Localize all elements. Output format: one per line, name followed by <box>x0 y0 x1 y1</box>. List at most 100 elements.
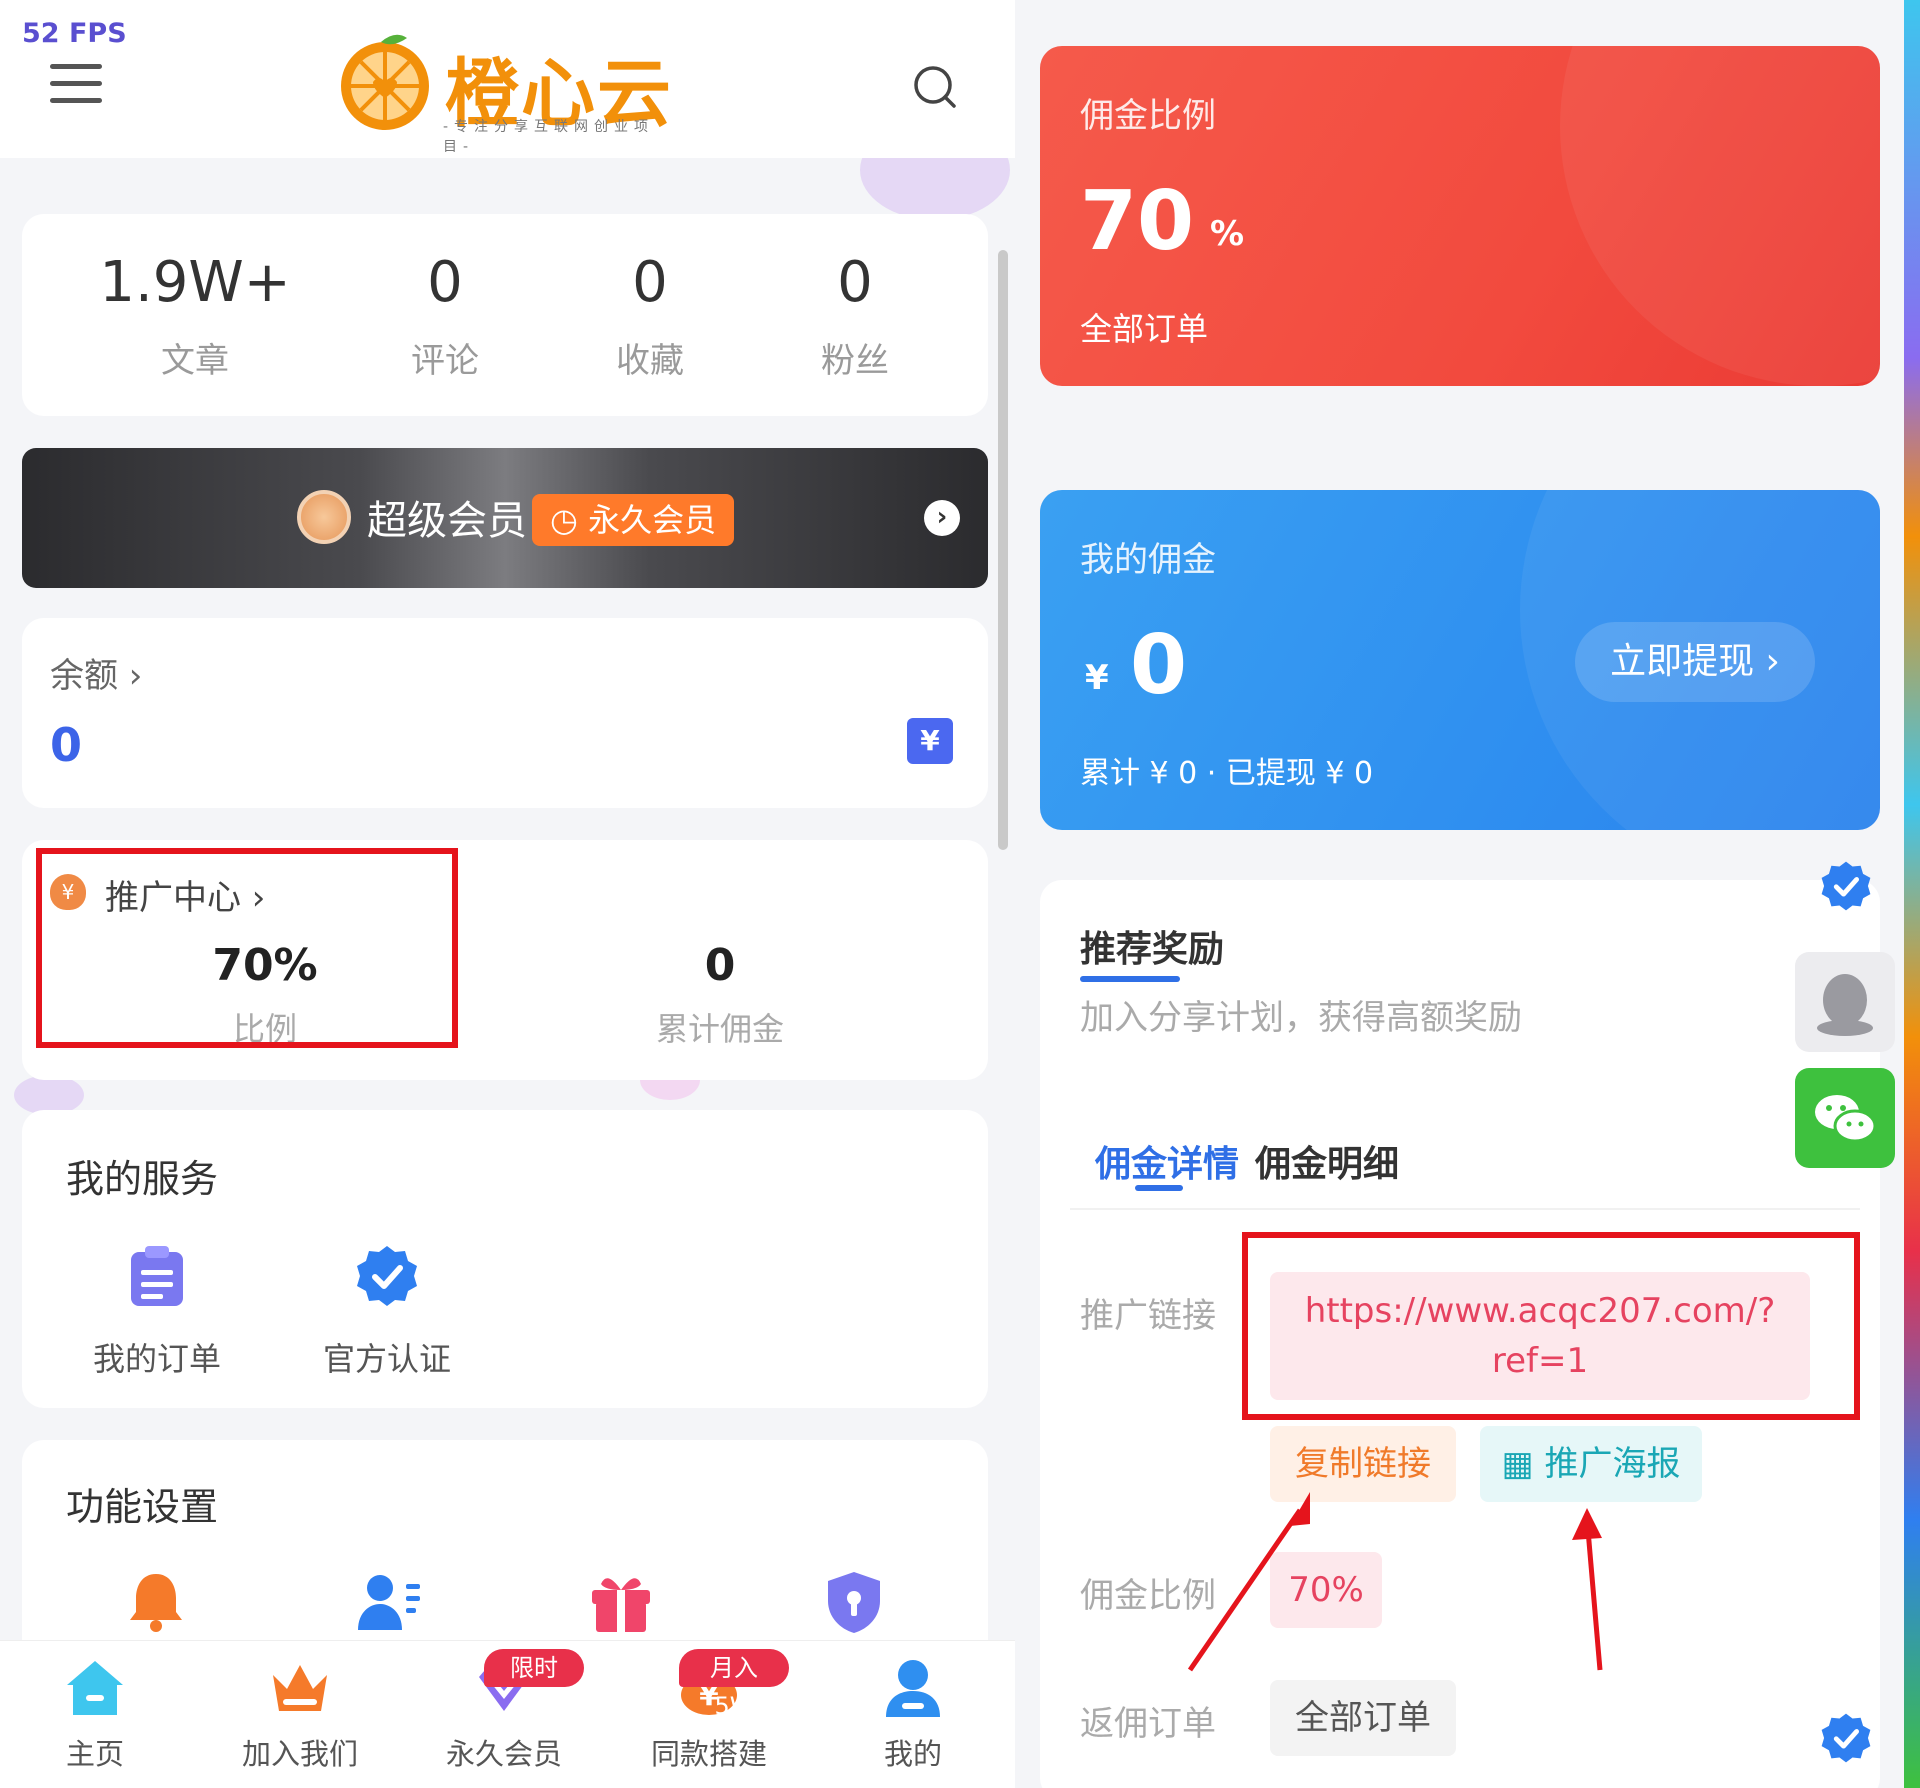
tab-home[interactable]: 主页 <box>15 1655 175 1773</box>
services-title: 我的服务 <box>66 1157 219 1201</box>
brand-logo[interactable]: 橙心云 -专注分享互联网创业项目- <box>335 28 680 155</box>
my-commission-value: 0 <box>1130 618 1188 713</box>
highlight-box <box>36 848 458 1048</box>
commission-rate-scope: 全部订单 <box>1080 310 1209 348</box>
promo-poster-button[interactable]: ▦ 推广海报 <box>1480 1426 1702 1502</box>
copy-link-button[interactable]: 复制链接 <box>1270 1426 1456 1502</box>
promo-badge: 限时99 <box>484 1649 584 1720</box>
settings-title: 功能设置 <box>66 1485 219 1529</box>
vip-status-badge: ◷ 永久会员 <box>532 494 735 546</box>
commission-screen: 佣金比例 70 % 全部订单 我的佣金 ¥ 0 立即提现 › 累计 ¥ 0 · … <box>1015 0 1920 1788</box>
verified-badge-icon[interactable] <box>1820 860 1872 912</box>
home-icon <box>67 1661 123 1715</box>
tab-commission-details[interactable]: 佣金详情 <box>1095 1135 1239 1187</box>
tab-same-build[interactable]: ¥ 同款搭建 月入5W <box>629 1649 789 1773</box>
commission-rate-card: 佣金比例 70 % 全部订单 <box>1040 46 1880 386</box>
tab-commission-records[interactable]: 佣金明细 <box>1255 1135 1399 1187</box>
promo-commission-label: 累计佣金 <box>655 1010 784 1048</box>
tab-label: 永久会员 <box>445 1737 562 1771</box>
withdraw-button[interactable]: 立即提现 › <box>1575 622 1815 702</box>
crown-medal-icon <box>297 490 351 544</box>
divider <box>1070 1208 1860 1210</box>
profile-screen: 52 FPS 橙心云 -专注分享互联网创业项目- 1.9W+ 文章 0 评论 0… <box>0 0 1015 1788</box>
decor-bubble <box>14 1075 84 1115</box>
currency-symbol: ¥ <box>1085 658 1109 698</box>
wallet-yen-icon[interactable]: ¥ <box>907 718 953 764</box>
qq-penguin-icon <box>1817 974 1873 1036</box>
commission-rate-label: 佣金比例 <box>1080 96 1216 136</box>
tab-label: 我的 <box>883 1737 942 1771</box>
menu-icon[interactable] <box>50 64 102 108</box>
stat-value: 1.9W+ <box>99 250 291 315</box>
top-header: 52 FPS 橙心云 -专注分享互联网创业项目- <box>0 0 1015 158</box>
tab-lifetime-vip[interactable]: 永久会员 限时99 <box>424 1649 584 1773</box>
stat-articles[interactable]: 1.9W+ 文章 <box>95 250 295 382</box>
tab-label: 同款搭建 <box>650 1737 767 1771</box>
referral-card: 推荐奖励 加入分享计划，获得高额奖励 佣金详情 佣金明细 推广链接 https:… <box>1040 880 1880 1788</box>
rate-label: 佣金比例 <box>1080 1576 1216 1616</box>
referral-desc: 加入分享计划，获得高额奖励 <box>1080 998 1522 1038</box>
vip-banner[interactable]: 超级会员 ◷ 永久会员 › <box>22 448 988 588</box>
commission-summary: 累计 ¥ 0 · 已提现 ¥ 0 <box>1080 756 1374 791</box>
qr-code-icon: ▦ <box>1501 1444 1545 1484</box>
balance-label[interactable]: 余额 › <box>50 648 142 697</box>
official-verify-label[interactable]: 官方认证 <box>287 1334 487 1380</box>
stat-label: 收藏 <box>616 341 684 381</box>
orange-logo-icon <box>341 34 429 130</box>
my-commission-card: 我的佣金 ¥ 0 立即提现 › 累计 ¥ 0 · 已提现 ¥ 0 <box>1040 490 1880 830</box>
fps-counter: 52 FPS <box>22 18 127 49</box>
orders-label: 返佣订单 <box>1080 1704 1216 1744</box>
tab-label: 加入我们 <box>241 1737 358 1771</box>
brand-tagline: -专注分享互联网创业项目- <box>443 119 655 155</box>
tab-label: 主页 <box>65 1737 124 1771</box>
shield-icon[interactable] <box>824 1570 884 1634</box>
chevron-right-icon[interactable]: › <box>924 500 960 536</box>
promo-poster-label: 推广海报 <box>1544 1444 1681 1484</box>
bell-icon[interactable] <box>124 1570 188 1634</box>
stat-value: 0 <box>632 250 668 315</box>
wechat-button[interactable] <box>1795 1068 1895 1168</box>
my-commission-label: 我的佣金 <box>1080 540 1216 580</box>
highlight-box <box>1242 1232 1860 1420</box>
stat-label: 文章 <box>161 341 229 381</box>
active-tab-indicator <box>1135 1185 1183 1191</box>
search-icon[interactable] <box>912 64 958 110</box>
vip-badge-label: 永久会员 <box>588 501 717 539</box>
promo-link-label: 推广链接 <box>1080 1296 1216 1336</box>
verified-badge-icon[interactable] <box>1820 1712 1872 1764</box>
stat-value: 0 <box>837 250 873 315</box>
promo-badge: 月入5W <box>679 1649 789 1720</box>
card-decor <box>1560 46 1880 386</box>
balance-value: 0 <box>50 718 83 772</box>
my-orders-label[interactable]: 我的订单 <box>57 1334 257 1380</box>
promo-commission-value: 0 <box>704 940 736 991</box>
user-icon <box>886 1660 940 1717</box>
qq-button[interactable] <box>1795 952 1895 1052</box>
bottom-tab-bar: 主页 加入我们 永久会员 限时99 ¥ 同款搭建 月入5W 我的 <box>0 1640 1015 1788</box>
commission-rate-unit: % <box>1210 214 1245 254</box>
clock-icon: ◷ <box>550 501 589 539</box>
referral-title: 推荐奖励 <box>1080 929 1225 970</box>
rate-value: 70% <box>1270 1552 1382 1628</box>
orders-value: 全部订单 <box>1270 1680 1456 1756</box>
stat-label: 评论 <box>411 341 479 381</box>
title-underline <box>1080 976 1180 982</box>
stat-fans[interactable]: 0 粉丝 <box>755 250 955 382</box>
stat-comments[interactable]: 0 评论 <box>345 250 545 382</box>
edge-color-strip <box>1904 0 1920 1788</box>
gift-icon[interactable] <box>588 1570 654 1634</box>
vip-title: 超级会员 <box>367 498 527 544</box>
stat-label: 粉丝 <box>821 341 889 381</box>
wechat-icon <box>1815 1095 1877 1143</box>
crown-icon <box>273 1665 327 1711</box>
scrollbar[interactable] <box>998 250 1008 850</box>
verified-badge-icon[interactable] <box>355 1244 419 1308</box>
tab-mine[interactable]: 我的 <box>833 1655 993 1773</box>
tab-join[interactable]: 加入我们 <box>220 1655 380 1773</box>
stat-favorites[interactable]: 0 收藏 <box>550 250 750 382</box>
balance-card[interactable] <box>22 618 988 808</box>
commission-rate-value: 70 <box>1080 174 1195 269</box>
user-list-icon[interactable] <box>354 1570 424 1634</box>
clipboard-icon[interactable] <box>125 1244 189 1308</box>
stat-value: 0 <box>427 250 463 315</box>
